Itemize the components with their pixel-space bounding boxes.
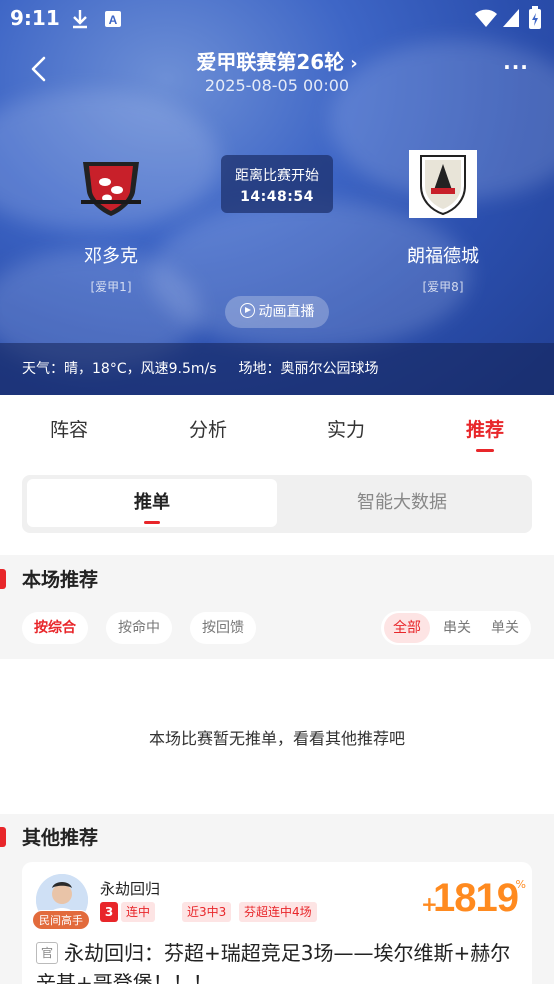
- home-team-rank: [爱甲1]: [90, 280, 132, 294]
- scope-all[interactable]: 全部: [384, 613, 430, 643]
- section-title-this-match: 本场推荐: [22, 569, 99, 591]
- status-bar: 9:11 A: [0, 0, 554, 36]
- away-team-logo: [407, 148, 479, 220]
- recommend-title-text: 永劫回归：芬超+瑞超竞足3场——埃尔维斯+赫尔辛基+哥登堡！！！: [36, 941, 511, 984]
- scope-parlay[interactable]: 串关: [434, 613, 480, 643]
- streak-count: 3: [100, 902, 118, 922]
- segment-big-data[interactable]: 智能大数据: [277, 479, 527, 527]
- empty-state-text: 本场比赛暂无推单，看看其他推荐吧: [148, 729, 405, 748]
- tab-recommend[interactable]: 推荐: [435, 415, 535, 452]
- return-rate: + 1819 %: [421, 876, 526, 921]
- tab-analysis[interactable]: 分析: [158, 415, 258, 442]
- signal-icon: [503, 9, 519, 27]
- official-badge: 官: [36, 942, 58, 964]
- home-team-logo: [75, 148, 147, 220]
- live-label: 动画直播: [258, 304, 315, 320]
- match-info-bar: 天气：晴，18°C，风速9.5m/s 场地：奥丽尔公园球场: [0, 343, 554, 395]
- return-rate-plus: +: [421, 892, 438, 916]
- tag-recent: 近3中3: [182, 902, 232, 922]
- nav-bar: 爱甲联赛第26轮 › 2025-08-05 00:00 ···: [0, 40, 554, 100]
- return-rate-value: 1819: [433, 876, 519, 920]
- wifi-icon: [475, 9, 497, 27]
- status-time: 9:11: [10, 6, 60, 30]
- svg-text:A: A: [109, 13, 118, 27]
- kickoff-countdown: 距离比赛开始 14:48:54: [221, 155, 333, 213]
- countdown-label: 距离比赛开始: [235, 168, 319, 184]
- sort-hit-rate[interactable]: 按命中: [106, 612, 172, 644]
- round-title[interactable]: 爱甲联赛第26轮 ›: [0, 46, 554, 75]
- match-header: 9:11 A 爱甲联赛第26轮 › 2025-08-05 00:00 ··· 邓…: [0, 0, 554, 395]
- venue-info: 场地：奥丽尔公园球场: [238, 361, 379, 377]
- play-icon: [239, 303, 255, 318]
- recommend-card[interactable]: 民间高手 永劫回归 3 连中 近3中3 芬超连中4场 + 1819 % 官永劫回…: [22, 862, 532, 984]
- chevron-right-icon: ›: [350, 53, 358, 74]
- tag-streak: 连中: [121, 902, 156, 922]
- segmented-control: 推单 智能大数据: [22, 475, 532, 533]
- a-badge-icon: A: [105, 11, 121, 27]
- match-detail-page: 9:11 A 爱甲联赛第26轮 › 2025-08-05 00:00 ··· 邓…: [0, 0, 554, 984]
- home-team[interactable]: 邓多克 [爱甲1]: [36, 148, 186, 295]
- recommend-title[interactable]: 官永劫回归：芬超+瑞超竞足3场——埃尔维斯+赫尔辛基+哥登堡！！！: [36, 938, 526, 984]
- detail-tabs: 阵容 分析 实力 推荐: [0, 395, 554, 459]
- sort-return[interactable]: 按回馈: [190, 612, 256, 644]
- battery-icon: [529, 6, 541, 29]
- sort-composite[interactable]: 按综合: [22, 612, 88, 644]
- tag-league-streak: 芬超连中4场: [239, 902, 317, 922]
- tab-strength[interactable]: 实力: [296, 415, 396, 442]
- section-title-other: 其他推荐: [22, 827, 99, 849]
- download-icon: [73, 10, 87, 29]
- segment-tips[interactable]: 推单: [27, 479, 277, 527]
- tab-lineup[interactable]: 阵容: [19, 415, 119, 442]
- expert-badge: 民间高手: [32, 910, 90, 930]
- away-team-rank: [爱甲8]: [422, 280, 464, 294]
- scope-filter: 全部 串关 单关: [381, 611, 531, 645]
- return-rate-unit: %: [515, 878, 526, 891]
- away-team-name: 朗福德城: [407, 246, 479, 267]
- scope-single[interactable]: 单关: [482, 613, 528, 643]
- countdown-time: 14:48:54: [240, 189, 314, 205]
- author-name[interactable]: 永劫回归: [100, 878, 160, 899]
- sub-tab-area: 推单 智能大数据: [0, 459, 554, 555]
- live-animation-button[interactable]: 动画直播: [225, 296, 329, 328]
- match-date: 2025-08-05 00:00: [204, 76, 350, 95]
- more-icon[interactable]: ···: [502, 57, 530, 78]
- weather-info: 天气：晴，18°C，风速9.5m/s: [22, 361, 217, 377]
- section-accent-bar: [0, 827, 6, 847]
- round-title-text: 爱甲联赛第26轮: [196, 50, 345, 74]
- away-team[interactable]: 朗福德城 [爱甲8]: [368, 148, 518, 295]
- empty-state: 本场比赛暂无推单，看看其他推荐吧: [0, 659, 554, 814]
- home-team-name: 邓多克: [84, 246, 138, 267]
- section-accent-bar: [0, 569, 6, 589]
